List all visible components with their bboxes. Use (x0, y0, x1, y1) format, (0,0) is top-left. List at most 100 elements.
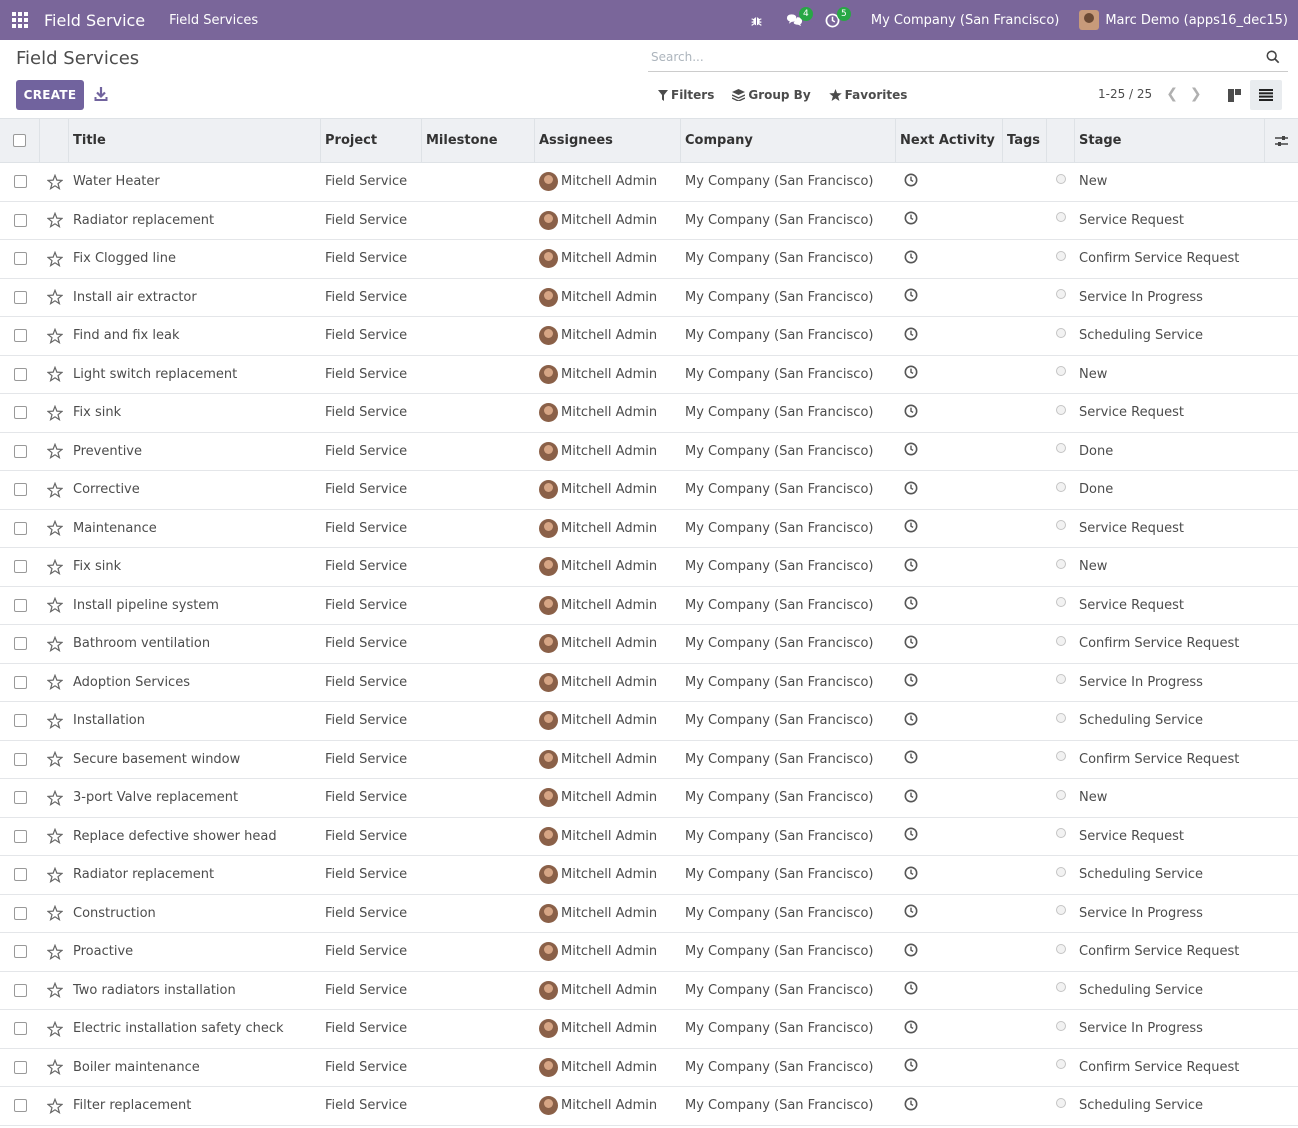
clock-icon[interactable] (904, 596, 918, 610)
clock-icon[interactable] (904, 827, 918, 841)
table-row[interactable]: Install pipeline system Field Service Mi… (0, 587, 1298, 625)
clock-icon[interactable] (904, 750, 918, 764)
kanban-state-icon[interactable] (1056, 173, 1066, 184)
row-checkbox[interactable] (13, 290, 27, 304)
row-checkbox[interactable] (13, 945, 27, 959)
row-checkbox[interactable] (13, 252, 27, 266)
clock-icon[interactable] (904, 1058, 918, 1072)
kanban-state-icon[interactable] (1056, 828, 1066, 839)
menu-field-services[interactable]: Field Services (169, 13, 258, 28)
priority-star-icon[interactable] (46, 982, 63, 999)
row-checkbox[interactable] (13, 983, 27, 997)
table-row[interactable]: Replace defective shower head Field Serv… (0, 818, 1298, 856)
kanban-state-icon[interactable] (1056, 1020, 1066, 1031)
favorites-button[interactable]: Favorites (828, 88, 907, 102)
pager-previous-icon[interactable]: ❮ (1166, 86, 1178, 102)
row-checkbox[interactable] (13, 367, 27, 381)
priority-star-icon[interactable] (46, 674, 63, 691)
priority-star-icon[interactable] (46, 828, 63, 845)
kanban-state-icon[interactable] (1056, 1097, 1066, 1108)
row-checkbox[interactable] (13, 675, 27, 689)
kanban-state-icon[interactable] (1056, 597, 1066, 608)
row-checkbox[interactable] (13, 598, 27, 612)
kanban-state-icon[interactable] (1056, 404, 1066, 415)
header-milestone[interactable]: Milestone (422, 119, 535, 162)
optional-columns-toggle[interactable] (1265, 119, 1298, 162)
priority-star-icon[interactable] (46, 327, 63, 344)
priority-star-icon[interactable] (46, 558, 63, 575)
row-checkbox[interactable] (13, 1060, 27, 1074)
priority-star-icon[interactable] (46, 866, 63, 883)
clock-icon[interactable] (904, 288, 918, 302)
table-row[interactable]: Construction Field Service Mitchell Admi… (0, 895, 1298, 933)
clock-icon[interactable] (904, 789, 918, 803)
table-row[interactable]: Preventive Field Service Mitchell Admin … (0, 433, 1298, 471)
kanban-state-icon[interactable] (1056, 520, 1066, 531)
clock-icon[interactable] (904, 1097, 918, 1111)
clock-icon[interactable] (904, 943, 918, 957)
debug-icon[interactable] (747, 0, 767, 40)
table-row[interactable]: Radiator replacement Field Service Mitch… (0, 856, 1298, 895)
kanban-state-icon[interactable] (1056, 250, 1066, 261)
group-by-button[interactable]: Group By (732, 88, 811, 102)
clock-icon[interactable] (904, 211, 918, 225)
priority-star-icon[interactable] (46, 751, 63, 768)
activities-icon[interactable]: 5 (823, 0, 851, 40)
table-row[interactable]: Adoption Services Field Service Mitchell… (0, 664, 1298, 702)
row-checkbox[interactable] (13, 329, 27, 343)
kanban-state-icon[interactable] (1056, 982, 1066, 993)
kanban-view-button[interactable] (1218, 80, 1250, 110)
table-row[interactable]: Bathroom ventilation Field Service Mitch… (0, 625, 1298, 664)
kanban-state-icon[interactable] (1056, 366, 1066, 377)
row-checkbox[interactable] (13, 444, 27, 458)
filters-button[interactable]: Filters (658, 88, 714, 102)
kanban-state-icon[interactable] (1056, 558, 1066, 569)
company-switcher[interactable]: My Company (San Francisco) (871, 13, 1059, 28)
priority-star-icon[interactable] (46, 712, 63, 729)
kanban-state-icon[interactable] (1056, 789, 1066, 800)
priority-star-icon[interactable] (46, 943, 63, 960)
clock-icon[interactable] (904, 673, 918, 687)
table-row[interactable]: 3-port Valve replacement Field Service M… (0, 779, 1298, 818)
priority-star-icon[interactable] (46, 1020, 63, 1037)
clock-icon[interactable] (904, 519, 918, 533)
kanban-state-icon[interactable] (1056, 943, 1066, 954)
row-checkbox[interactable] (13, 829, 27, 843)
header-next-activity[interactable]: Next Activity (896, 119, 1003, 162)
row-checkbox[interactable] (13, 637, 27, 651)
header-title[interactable]: Title (69, 119, 321, 162)
user-menu[interactable]: Marc Demo (apps16_dec15) (1079, 10, 1288, 30)
kanban-state-icon[interactable] (1056, 866, 1066, 877)
row-checkbox[interactable] (13, 560, 27, 574)
row-checkbox[interactable] (13, 868, 27, 882)
clock-icon[interactable] (904, 1020, 918, 1034)
priority-star-icon[interactable] (46, 789, 63, 806)
table-row[interactable]: Radiator replacement Field Service Mitch… (0, 202, 1298, 240)
kanban-state-icon[interactable] (1056, 712, 1066, 723)
pager-next-icon[interactable]: ❯ (1190, 86, 1202, 102)
table-row[interactable]: Electric installation safety check Field… (0, 1010, 1298, 1049)
priority-star-icon[interactable] (46, 635, 63, 652)
priority-star-icon[interactable] (46, 1097, 63, 1114)
table-row[interactable]: Filter replacement Field Service Mitchel… (0, 1087, 1298, 1126)
header-project[interactable]: Project (321, 119, 422, 162)
table-row[interactable]: Fix sink Field Service Mitchell Admin My… (0, 548, 1298, 587)
messages-icon[interactable]: 4 (785, 0, 813, 40)
app-name[interactable]: Field Service (44, 11, 145, 30)
priority-star-icon[interactable] (46, 250, 63, 267)
clock-icon[interactable] (904, 904, 918, 918)
kanban-state-icon[interactable] (1056, 327, 1066, 338)
table-row[interactable]: Fix Clogged line Field Service Mitchell … (0, 240, 1298, 279)
row-checkbox[interactable] (13, 175, 27, 189)
clock-icon[interactable] (904, 442, 918, 456)
clock-icon[interactable] (904, 173, 918, 187)
row-checkbox[interactable] (13, 483, 27, 497)
header-company[interactable]: Company (681, 119, 896, 162)
row-checkbox[interactable] (13, 1022, 27, 1036)
priority-star-icon[interactable] (46, 520, 63, 537)
kanban-state-icon[interactable] (1056, 212, 1066, 223)
priority-star-icon[interactable] (46, 173, 63, 190)
clock-icon[interactable] (904, 866, 918, 880)
priority-star-icon[interactable] (46, 289, 63, 306)
select-all-checkbox[interactable] (13, 134, 26, 147)
